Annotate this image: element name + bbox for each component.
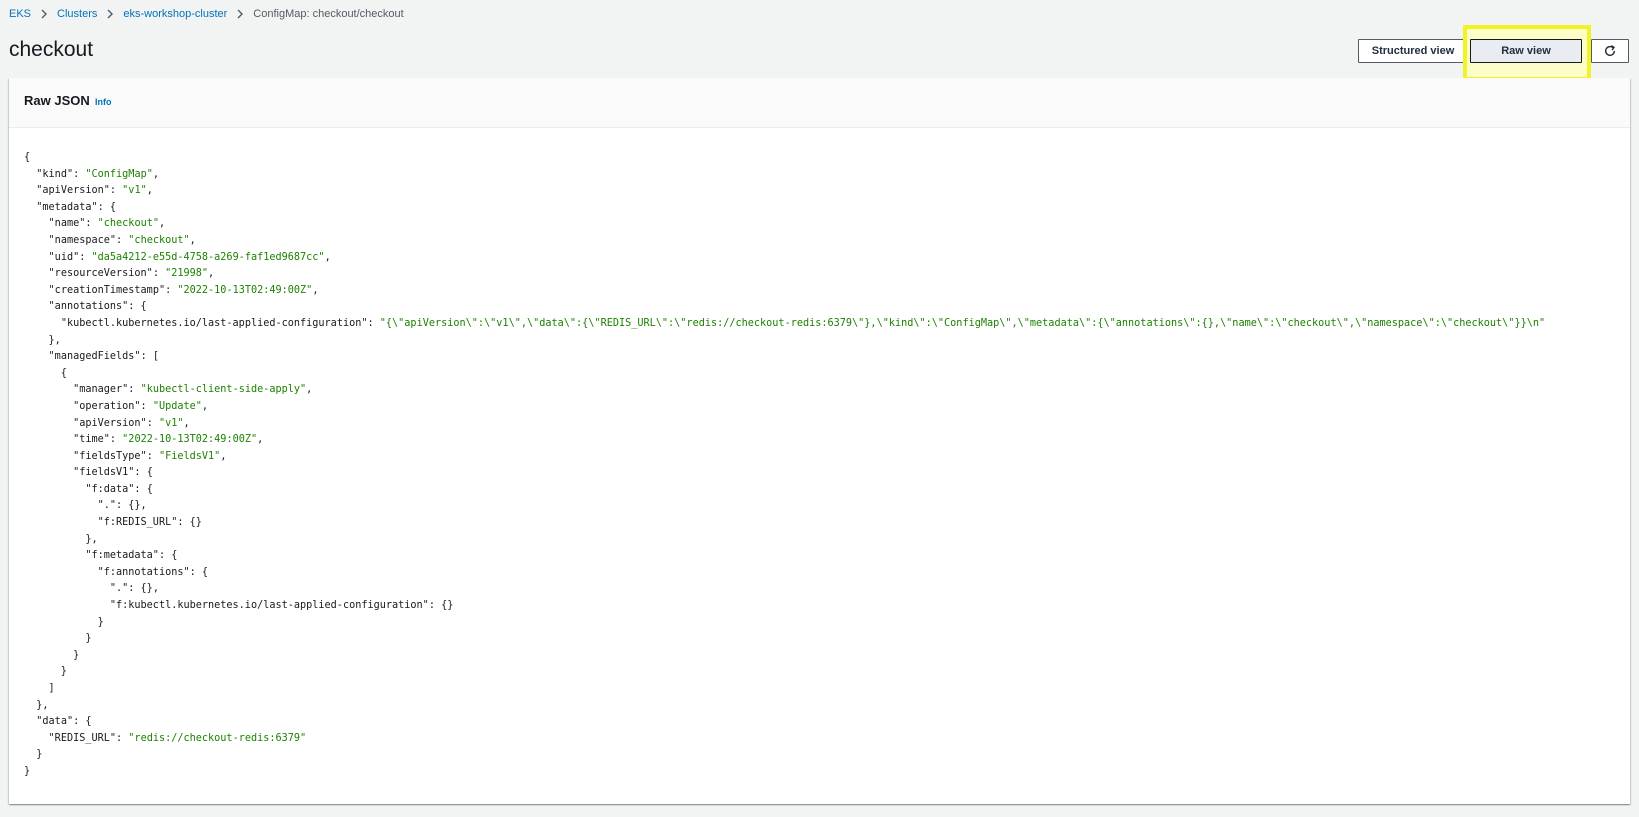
chevron-right-icon [236,9,244,19]
structured-view-button[interactable]: Structured view [1358,39,1468,63]
raw-json-panel: Raw JSON Info { "kind": "ConfigMap", "ap… [9,78,1630,804]
breadcrumb-cluster[interactable]: eks-workshop-cluster [123,8,227,20]
info-link[interactable]: Info [95,97,112,107]
page-title: checkout [9,38,94,61]
breadcrumb-clusters[interactable]: Clusters [57,8,97,20]
json-viewer: { "kind": "ConfigMap", "apiVersion": "v1… [24,152,1546,777]
raw-view-button[interactable]: Raw view [1470,39,1582,63]
panel-title: Raw JSON [24,93,90,108]
panel-header: Raw JSON Info [9,78,1630,128]
breadcrumb-eks[interactable]: EKS [9,8,31,20]
refresh-button[interactable] [1591,39,1629,63]
refresh-icon [1603,44,1617,58]
chevron-right-icon [106,9,114,19]
breadcrumb-current: ConfigMap: checkout/checkout [253,8,404,20]
breadcrumb: EKS Clusters eks-workshop-cluster Config… [9,6,404,22]
chevron-right-icon [40,9,48,19]
